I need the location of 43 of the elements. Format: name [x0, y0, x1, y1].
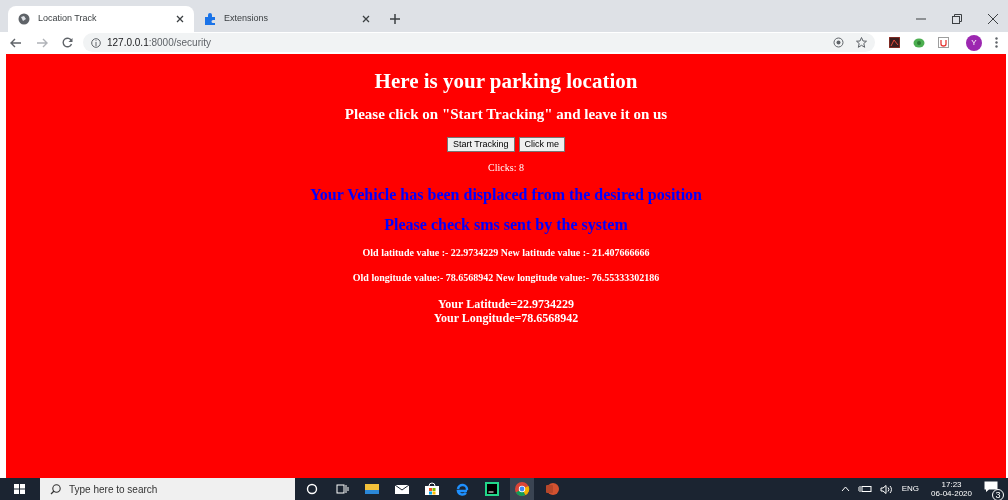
pdf-extension-icon[interactable] [889, 37, 900, 48]
alert-message: Please check sms sent by the system [384, 215, 628, 235]
search-icon [50, 483, 61, 495]
language-indicator[interactable]: ENG [901, 483, 920, 495]
chrome-icon[interactable] [510, 478, 534, 500]
url-text: 127.0.0.1:8000/security [107, 36, 211, 50]
close-icon[interactable] [362, 15, 370, 23]
profile-avatar[interactable]: Y [966, 34, 982, 51]
position-text: Your Longitude=78.6568942 [433, 311, 579, 325]
battery-icon[interactable] [857, 485, 872, 493]
more-icon[interactable] [995, 37, 998, 48]
globe-icon [18, 13, 30, 25]
notification-count: 3 [992, 489, 1004, 500]
coordinate-details: Old latitude value :- 22.9734229 New latitude value :- 21.407666666 [362, 247, 650, 259]
extension-icon[interactable] [938, 37, 949, 48]
coordinate-details: Old longitude value:- 78.6568942 New longitude value:- 76.55333302186 [352, 272, 660, 284]
chevron-up-icon[interactable] [840, 486, 850, 492]
extension-icon[interactable] [913, 37, 925, 48]
search-field[interactable]: Type here to search [40, 478, 295, 500]
search-placeholder: Type here to search [69, 482, 158, 497]
clock[interactable]: 17:23 06-04-2020 [927, 480, 976, 498]
notification-icon[interactable] [984, 481, 998, 493]
close-icon[interactable] [176, 15, 184, 23]
alert-message: Your Vehicle has been displaced from the desired position [309, 185, 702, 205]
clock-date: 06-04-2020 [931, 489, 972, 498]
page-button[interactable]: Start Tracking [446, 137, 515, 152]
restore-icon[interactable] [952, 14, 962, 24]
close-icon[interactable] [988, 14, 998, 24]
browser-tab[interactable]: Location Track [8, 6, 194, 32]
page-button[interactable]: Click me [518, 137, 565, 152]
page-subheading: Please click on "Start Tracking" and leave it on us [344, 105, 668, 123]
clock-time: 17:23 [941, 480, 962, 489]
puzzle-icon [204, 13, 216, 25]
star-icon[interactable] [856, 37, 867, 48]
address-field[interactable]: 127.0.0.1:8000/security [83, 33, 875, 52]
page-heading: Here is your parking location [374, 69, 638, 93]
speaker-icon[interactable] [879, 484, 894, 494]
info-icon [91, 37, 101, 48]
clicks-counter: Clicks: 8 [488, 161, 524, 175]
location-icon[interactable] [833, 37, 844, 48]
back-icon[interactable] [10, 37, 22, 48]
reload-icon[interactable] [62, 37, 73, 48]
position-text: Your Latitude=22.9734229 [438, 297, 574, 311]
